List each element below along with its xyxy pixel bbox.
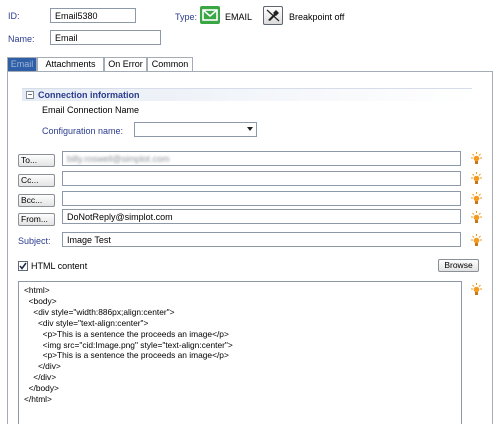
- lightbulb-icon[interactable]: [470, 192, 483, 205]
- id-field[interactable]: Email5380: [50, 8, 136, 23]
- connection-section-title: Connection information: [38, 90, 140, 100]
- from-field[interactable]: DoNotReply@simplot.com: [62, 209, 461, 224]
- lightbulb-icon[interactable]: [470, 234, 483, 247]
- html-body-text: <html> <body> <div style="width:886px;al…: [24, 285, 233, 405]
- name-field[interactable]: Email: [50, 30, 161, 45]
- id-label: ID:: [8, 11, 20, 21]
- html-body-line: </html>: [24, 394, 52, 405]
- tab-email[interactable]: Email: [7, 57, 37, 72]
- html-body-line: <body>: [24, 295, 57, 306]
- checkmark-icon: [19, 262, 27, 270]
- email-type-icon: [200, 6, 220, 24]
- tab-on-error[interactable]: On Error: [104, 57, 147, 72]
- html-body-line: <html>: [24, 285, 50, 295]
- type-value: EMAIL: [225, 12, 253, 22]
- html-body-editor[interactable]: <html> <body> <div style="width:886px;al…: [18, 281, 462, 424]
- collapse-icon[interactable]: −: [26, 91, 34, 99]
- lightbulb-icon[interactable]: [470, 283, 483, 296]
- subject-label: Subject:: [18, 236, 51, 246]
- cc-field[interactable]: [62, 171, 461, 186]
- to-value: billy.roswell@simplot.com: [67, 154, 170, 164]
- lightbulb-icon[interactable]: [470, 152, 483, 165]
- tab-common[interactable]: Common: [147, 57, 193, 72]
- html-body-line: <div style="text-align:center">: [24, 317, 149, 328]
- subject-field[interactable]: Image Test: [62, 232, 461, 247]
- configuration-name-label: Configuration name:: [42, 126, 124, 136]
- bcc-field[interactable]: [62, 191, 461, 206]
- tab-attachments[interactable]: Attachments: [37, 57, 104, 72]
- name-label: Name:: [8, 34, 35, 44]
- type-label: Type:: [175, 12, 198, 22]
- cc-button[interactable]: Cc...: [18, 174, 55, 187]
- connection-subtitle: Email Connection Name: [42, 105, 140, 115]
- from-button[interactable]: From...: [18, 213, 55, 226]
- html-body-line: <div style="width:886px;align:center">: [24, 306, 175, 317]
- html-body-line: </div>: [24, 372, 57, 383]
- to-field[interactable]: billy.roswell@simplot.com: [62, 151, 461, 166]
- breakpoint-off-icon: [264, 9, 282, 26]
- breakpoint-toggle[interactable]: [263, 6, 283, 25]
- html-body-line: <p>This is a sentence the proceeds an im…: [24, 328, 229, 339]
- browse-button[interactable]: Browse: [438, 259, 479, 272]
- to-button[interactable]: To...: [18, 154, 55, 167]
- configuration-name-select[interactable]: [134, 122, 257, 137]
- html-content-label: HTML content: [31, 261, 88, 271]
- html-body-line: </div>: [24, 361, 61, 372]
- html-body-line: <p>This is a sentence the proceeds an im…: [24, 350, 229, 361]
- breakpoint-label: Breakpoint off: [289, 12, 345, 22]
- html-body-line: </body>: [24, 383, 59, 394]
- bcc-button[interactable]: Bcc...: [18, 194, 55, 207]
- lightbulb-icon[interactable]: [470, 211, 483, 224]
- chevron-down-icon[interactable]: [247, 127, 253, 131]
- html-body-line: <img src="cid:Image.png" style="text-ali…: [24, 339, 233, 350]
- lightbulb-icon[interactable]: [470, 172, 483, 185]
- connection-section-header[interactable]: − Connection information: [22, 88, 472, 101]
- html-content-checkbox[interactable]: [18, 261, 28, 271]
